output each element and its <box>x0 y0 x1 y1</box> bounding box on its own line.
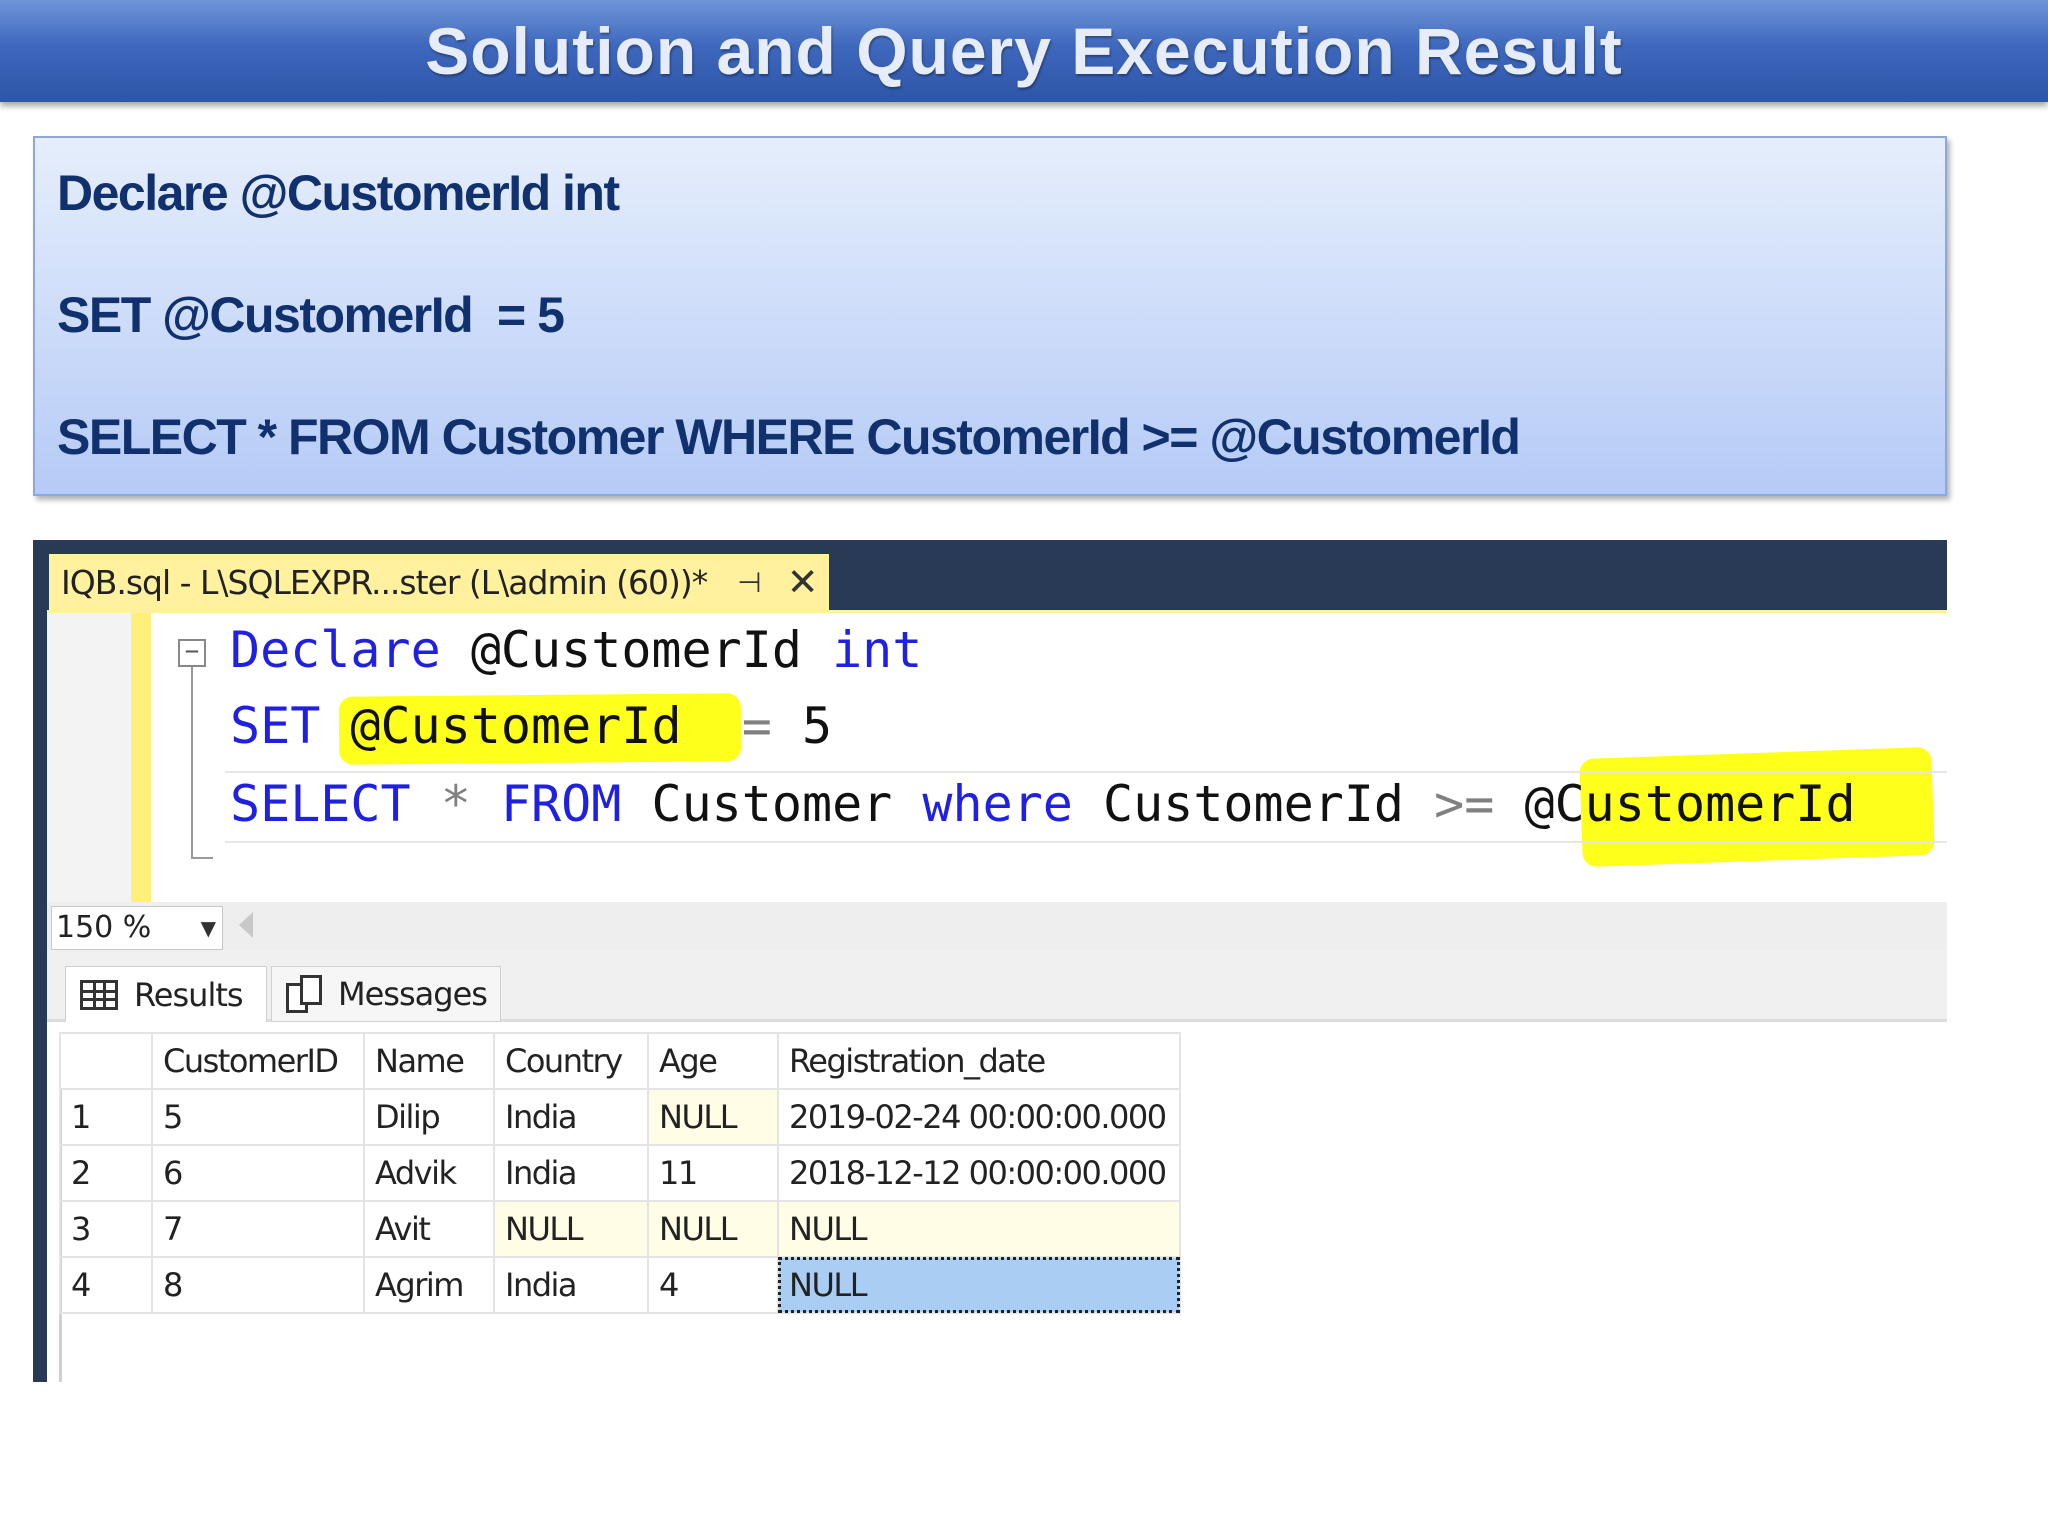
changed-lines-marker <box>131 613 151 905</box>
variable-name: @CustomerId <box>320 697 742 755</box>
results-tab-strip: Results Messages <box>47 950 1947 1022</box>
tab-messages-label: Messages <box>338 975 488 1013</box>
scroll-left-icon[interactable] <box>239 912 253 938</box>
cell-customerid[interactable]: 7 <box>151 1200 365 1258</box>
cell-registration-date[interactable]: NULL <box>777 1200 1181 1258</box>
column-header-customerid[interactable]: CustomerID <box>151 1032 365 1090</box>
pin-icon[interactable]: ⊣ <box>737 566 761 599</box>
cell-name[interactable]: Dilip <box>363 1088 495 1146</box>
keyword-declare: Declare <box>230 621 441 679</box>
table-row: 4 8 Agrim India 4 NULL <box>59 1256 1181 1314</box>
results-grid: CustomerID Name Country Age Registration… <box>59 1032 1181 1314</box>
cell-country[interactable]: India <box>493 1144 649 1202</box>
cell-country[interactable]: India <box>493 1088 649 1146</box>
row-number[interactable]: 3 <box>59 1200 153 1258</box>
column-header-name[interactable]: Name <box>363 1032 495 1090</box>
tab-results-label: Results <box>134 975 244 1014</box>
table-name: Customer <box>621 775 923 833</box>
cell-customerid[interactable]: 6 <box>151 1144 365 1202</box>
close-icon[interactable]: ✕ <box>787 560 819 604</box>
query-line-set: SET @CustomerId = 5 <box>57 287 565 343</box>
keyword-where: where <box>922 775 1073 833</box>
variable-name: @CustomerId <box>440 621 833 679</box>
cell-customerid[interactable]: 5 <box>151 1088 365 1146</box>
collapse-toggle[interactable]: − <box>178 639 206 667</box>
cell-country[interactable]: India <box>493 1256 649 1314</box>
cell-age[interactable]: 4 <box>647 1256 779 1314</box>
row-number[interactable]: 4 <box>59 1256 153 1314</box>
keyword-from: FROM <box>500 775 622 833</box>
zoom-value: 150 % <box>56 910 152 945</box>
cell-name[interactable]: Agrim <box>363 1256 495 1314</box>
document-tab-strip: IQB.sql - L\SQLEXPR...ster (L\admin (60)… <box>33 540 1947 610</box>
operator-star: * <box>410 775 501 833</box>
tab-messages[interactable]: Messages <box>271 966 501 1022</box>
cell-customerid[interactable]: 8 <box>151 1256 365 1314</box>
column-header-country[interactable]: Country <box>493 1032 649 1090</box>
cell-age[interactable]: 11 <box>647 1144 779 1202</box>
row-number[interactable]: 1 <box>59 1088 153 1146</box>
cell-name[interactable]: Avit <box>363 1200 495 1258</box>
results-pane: Results Messages CustomerID Name Country… <box>47 950 1947 1382</box>
cell-name[interactable]: Advik <box>363 1144 495 1202</box>
code-line-3: SELECT * FROM Customer where CustomerId … <box>230 775 1856 833</box>
keyword-int: int <box>832 621 923 679</box>
column-header-rownum[interactable] <box>59 1032 153 1090</box>
query-box: Declare @CustomerId int SET @CustomerId … <box>33 136 1947 496</box>
cell-registration-date[interactable]: 2018-12-12 00:00:00.000 <box>777 1144 1181 1202</box>
table-row: 1 5 Dilip India NULL 2019-02-24 00:00:00… <box>59 1088 1181 1146</box>
variable-name: @CustomerId <box>1494 775 1856 833</box>
column-name: CustomerId <box>1072 775 1435 833</box>
page-title: Solution and Query Execution Result <box>425 14 1623 88</box>
messages-icon <box>286 975 322 1013</box>
header-row: CustomerID Name Country Age Registration… <box>59 1032 1181 1090</box>
code-line-2: SET @CustomerId = 5 <box>230 697 832 755</box>
keyword-select: SELECT <box>230 775 411 833</box>
column-header-registration-date[interactable]: Registration_date <box>777 1032 1181 1090</box>
document-tab[interactable]: IQB.sql - L\SQLEXPR...ster (L\admin (60)… <box>49 554 829 610</box>
query-line-select: SELECT * FROM Customer WHERE CustomerId … <box>57 409 1521 465</box>
fold-guide-end <box>191 857 213 859</box>
title-banner: Solution and Query Execution Result <box>0 0 2048 102</box>
zoom-bar: 150 % ▼ <box>47 902 1947 950</box>
cell-registration-date[interactable]: 2019-02-24 00:00:00.000 <box>777 1088 1181 1146</box>
query-line-declare: Declare @CustomerId int <box>57 165 620 221</box>
value-literal: 5 <box>771 697 833 755</box>
tab-results[interactable]: Results <box>65 966 267 1022</box>
zoom-dropdown[interactable]: 150 % ▼ <box>51 906 223 950</box>
table-row: 3 7 Avit NULL NULL NULL <box>59 1200 1181 1258</box>
chevron-down-icon[interactable]: ▼ <box>201 907 216 949</box>
fold-guide <box>191 659 193 859</box>
query-editor[interactable]: − Declare @CustomerId int SET @CustomerI… <box>47 610 1947 905</box>
grid-icon <box>80 979 118 1010</box>
cell-age[interactable]: NULL <box>647 1088 779 1146</box>
table-row: 2 6 Advik India 11 2018-12-12 00:00:00.0… <box>59 1144 1181 1202</box>
cell-registration-date-selected[interactable]: NULL <box>777 1256 1181 1314</box>
operator-equals: = <box>741 697 772 755</box>
row-number[interactable]: 2 <box>59 1144 153 1202</box>
line-number-gutter <box>47 613 131 905</box>
cell-age[interactable]: NULL <box>647 1200 779 1258</box>
code-line-1: Declare @CustomerId int <box>230 621 922 679</box>
operator-gte: >= <box>1434 775 1495 833</box>
document-tab-title: IQB.sql - L\SQLEXPR...ster (L\admin (60)… <box>61 562 708 602</box>
column-header-age[interactable]: Age <box>647 1032 779 1090</box>
ssms-window: IQB.sql - L\SQLEXPR...ster (L\admin (60)… <box>33 540 1947 1382</box>
cell-country[interactable]: NULL <box>493 1200 649 1258</box>
keyword-set: SET <box>230 697 321 755</box>
